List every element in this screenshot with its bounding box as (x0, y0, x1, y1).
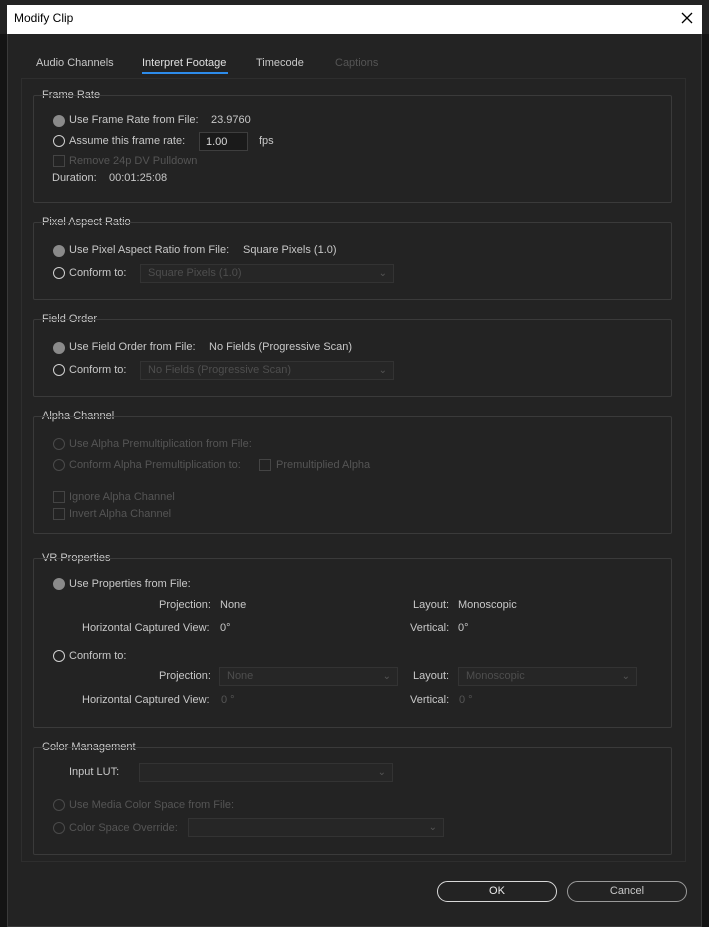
use-frame-rate-from-file-radio[interactable] (53, 115, 65, 127)
conform-hcv-value[interactable]: 0 ° (221, 694, 235, 706)
use-vr-properties-from-file-radio[interactable] (53, 578, 65, 590)
conform-pixel-aspect-label: Conform to: (69, 267, 127, 279)
tab-captions[interactable]: Captions (335, 57, 378, 69)
layout-value: Monoscopic (458, 599, 517, 611)
chevron-down-icon: ⌄ (621, 671, 630, 682)
projection-value: None (220, 599, 247, 611)
use-media-color-space-radio[interactable] (53, 799, 65, 811)
tab-audio-channels[interactable]: Audio Channels (36, 57, 114, 69)
chevron-down-icon: ⌄ (428, 822, 437, 833)
active-tab-indicator (142, 72, 228, 74)
close-button[interactable] (678, 8, 696, 28)
window-title: Modify Clip (14, 11, 74, 25)
vertical-label: Vertical: (410, 622, 450, 634)
use-alpha-premult-radio[interactable] (53, 438, 65, 450)
close-icon (681, 12, 693, 24)
background-app-left (0, 34, 7, 927)
premultiplied-alpha-label: Premultiplied Alpha (276, 459, 371, 471)
file-frame-rate-value: 23.9760 (211, 114, 251, 126)
use-alpha-premult-label: Use Alpha Premultiplication from File: (69, 438, 252, 450)
invert-alpha-checkbox[interactable] (53, 508, 65, 520)
color-space-override-label: Color Space Override: (69, 822, 178, 834)
frame-rate-group (33, 95, 672, 203)
conform-alpha-premult-radio[interactable] (53, 459, 65, 471)
ignore-alpha-checkbox[interactable] (53, 491, 65, 503)
assume-frame-rate-label: Assume this frame rate: (69, 135, 186, 147)
chevron-down-icon: ⌄ (378, 268, 387, 279)
color-space-override-radio[interactable] (53, 822, 65, 834)
layout-label: Layout: (413, 599, 450, 611)
premultiplied-alpha-checkbox[interactable] (259, 459, 271, 471)
projection-dropdown[interactable]: None ⌄ (219, 667, 398, 686)
conform-alpha-premult-label: Conform Alpha Premultiplication to: (69, 459, 241, 471)
use-pixel-aspect-from-file-radio[interactable] (53, 245, 65, 257)
pixel-aspect-dropdown[interactable]: Square Pixels (1.0) ⌄ (140, 264, 394, 283)
use-field-order-from-file-label: Use Field Order from File: (69, 341, 196, 353)
conform-vertical-label: Vertical: (410, 694, 450, 706)
horizontal-captured-view-value: 0° (220, 622, 231, 634)
duration-value: 00:01:25:08 (109, 172, 168, 184)
file-field-order-value: No Fields (Progressive Scan) (209, 341, 353, 353)
cancel-button[interactable]: Cancel (567, 881, 687, 902)
frame-rate-input[interactable] (199, 132, 248, 151)
pixel-aspect-group (33, 222, 672, 300)
conform-vr-label: Conform to: (69, 650, 127, 662)
input-lut-label: Input LUT: (69, 766, 120, 778)
layout-dropdown-value: Monoscopic (466, 670, 525, 682)
ok-button[interactable]: OK (437, 881, 557, 902)
title-bar (7, 5, 702, 34)
field-order-group (33, 319, 672, 397)
use-vr-properties-from-file-label: Use Properties from File: (69, 578, 191, 590)
color-space-override-dropdown[interactable]: ⌄ (188, 818, 444, 837)
chevron-down-icon: ⌄ (378, 365, 387, 376)
conform-layout-label: Layout: (413, 670, 450, 682)
fps-unit-label: fps (259, 135, 274, 147)
use-frame-rate-from-file-label: Use Frame Rate from File: (69, 114, 199, 126)
chevron-down-icon: ⌄ (377, 767, 386, 778)
conform-pixel-aspect-radio[interactable] (53, 267, 65, 279)
chevron-down-icon: ⌄ (382, 671, 391, 682)
remove-pulldown-checkbox[interactable] (53, 155, 65, 167)
use-field-order-from-file-radio[interactable] (53, 342, 65, 354)
pixel-aspect-dropdown-value: Square Pixels (1.0) (148, 267, 242, 279)
remove-pulldown-label: Remove 24p DV Pulldown (69, 155, 198, 167)
tab-interpret-footage[interactable]: Interpret Footage (142, 57, 226, 69)
vertical-value: 0° (458, 622, 469, 634)
invert-alpha-label: Invert Alpha Channel (69, 508, 172, 520)
field-order-dropdown-value: No Fields (Progressive Scan) (148, 364, 292, 376)
assume-frame-rate-radio[interactable] (53, 135, 65, 147)
tab-timecode[interactable]: Timecode (256, 57, 304, 69)
conform-projection-label: Projection: (159, 670, 211, 682)
conform-vertical-value[interactable]: 0 ° (459, 694, 473, 706)
use-media-color-space-label: Use Media Color Space from File: (69, 799, 235, 811)
conform-field-order-radio[interactable] (53, 364, 65, 376)
projection-label: Projection: (159, 599, 211, 611)
conform-hcv-label: Horizontal Captured View: (82, 694, 210, 706)
conform-vr-radio[interactable] (53, 650, 65, 662)
ignore-alpha-label: Ignore Alpha Channel (69, 491, 175, 503)
duration-label: Duration: (52, 172, 97, 184)
use-pixel-aspect-from-file-label: Use Pixel Aspect Ratio from File: (69, 244, 230, 256)
background-app-right (702, 34, 709, 927)
conform-field-order-label: Conform to: (69, 364, 127, 376)
input-lut-dropdown[interactable]: ⌄ (139, 763, 393, 782)
file-pixel-aspect-value: Square Pixels (1.0) (243, 244, 337, 256)
field-order-dropdown[interactable]: No Fields (Progressive Scan) ⌄ (140, 361, 394, 380)
projection-dropdown-value: None (227, 670, 254, 682)
layout-dropdown[interactable]: Monoscopic ⌄ (458, 667, 637, 686)
horizontal-captured-view-label: Horizontal Captured View: (82, 622, 210, 634)
